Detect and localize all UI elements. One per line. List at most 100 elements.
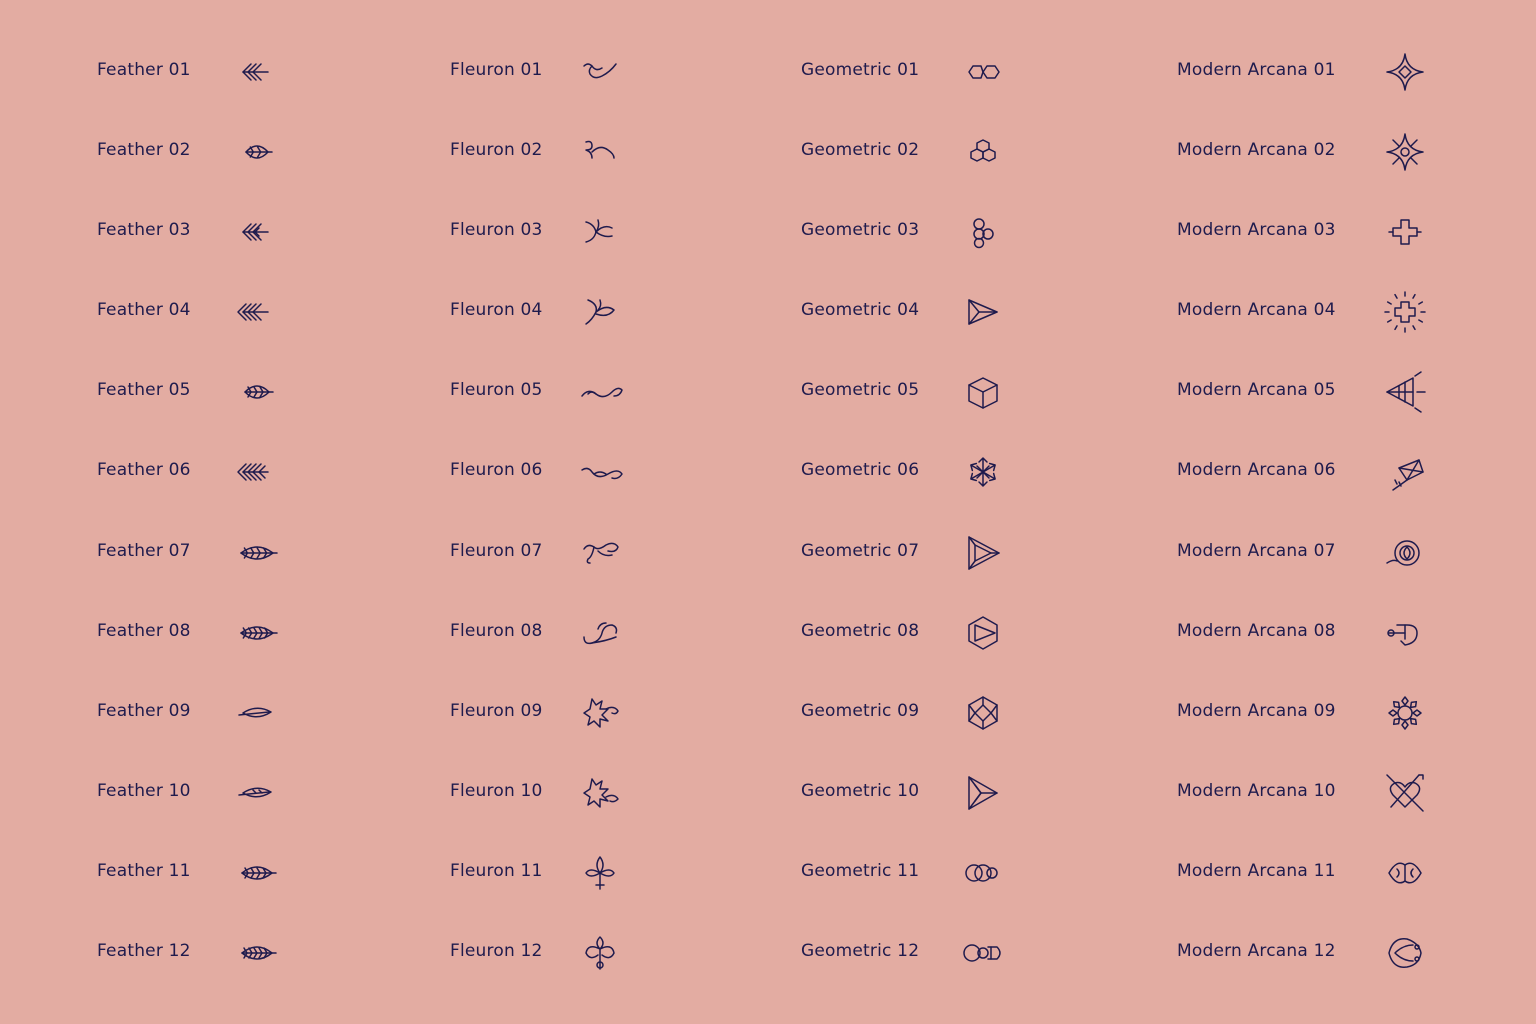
specimen-row: Modern Arcana 05 bbox=[1177, 350, 1536, 430]
specimen-label: Feather 02 bbox=[97, 140, 191, 161]
specimen-label: Modern Arcana 03 bbox=[1177, 220, 1336, 241]
specimen-label: Modern Arcana 12 bbox=[1177, 941, 1336, 962]
geometric-07-icon bbox=[961, 531, 1005, 575]
specimen-label: Fleuron 11 bbox=[450, 860, 543, 881]
modern-arcana-11-icon bbox=[1383, 851, 1427, 895]
specimen-label: Modern Arcana 10 bbox=[1177, 780, 1336, 801]
specimen-row: Feather 08 bbox=[97, 591, 457, 671]
specimen-label: Fleuron 04 bbox=[450, 300, 543, 321]
feather-12-icon bbox=[235, 931, 279, 975]
specimen-label: Feather 08 bbox=[97, 620, 191, 641]
specimen-row: Feather 12 bbox=[97, 911, 457, 991]
specimen-label: Modern Arcana 08 bbox=[1177, 620, 1336, 641]
specimen-row: Fleuron 05 bbox=[450, 350, 810, 430]
specimen-label: Geometric 01 bbox=[801, 60, 920, 80]
ornament-specimen-sheet: Feather 01 Feather 02 Feather 03 Feather 04… bbox=[0, 0, 1536, 1024]
fleuron-01-icon bbox=[578, 50, 622, 94]
specimen-label: Fleuron 07 bbox=[450, 540, 543, 561]
fleuron-07-icon bbox=[578, 531, 622, 575]
feather-02-icon bbox=[235, 130, 279, 174]
fleuron-09-icon bbox=[578, 691, 622, 735]
fleuron-10-icon bbox=[578, 771, 622, 815]
specimen-label: Feather 05 bbox=[97, 380, 191, 401]
specimen-label: Modern Arcana 04 bbox=[1177, 300, 1336, 321]
geometric-10-icon bbox=[961, 771, 1005, 815]
fleuron-04-icon bbox=[578, 290, 622, 334]
fleuron-08-icon bbox=[578, 611, 622, 655]
modern-arcana-06-icon bbox=[1383, 450, 1427, 494]
specimen-label: Geometric 08 bbox=[801, 620, 920, 641]
specimen-row: Modern Arcana 02 bbox=[1177, 110, 1536, 190]
modern-arcana-08-icon bbox=[1383, 611, 1427, 655]
specimen-label: Feather 01 bbox=[97, 60, 191, 80]
specimen-row: Geometric 09 bbox=[801, 671, 1161, 751]
feather-01-icon bbox=[235, 50, 279, 94]
fleuron-11-icon bbox=[578, 851, 622, 895]
geometric-01-icon bbox=[961, 50, 1005, 94]
modern-arcana-12-icon bbox=[1383, 931, 1427, 975]
specimen-row: Fleuron 03 bbox=[450, 190, 810, 270]
modern-arcana-10-icon bbox=[1383, 771, 1427, 815]
modern-arcana-04-icon bbox=[1383, 290, 1427, 334]
feather-03-icon bbox=[235, 210, 279, 254]
specimen-row: Feather 01 bbox=[97, 30, 457, 110]
feather-11-icon bbox=[235, 851, 279, 895]
feather-07-icon bbox=[235, 531, 279, 575]
specimen-row: Fleuron 09 bbox=[450, 671, 810, 751]
specimen-label: Feather 09 bbox=[97, 700, 191, 721]
specimen-label: Fleuron 06 bbox=[450, 460, 543, 481]
specimen-row: Feather 02 bbox=[97, 110, 457, 190]
specimen-row: Geometric 08 bbox=[801, 591, 1161, 671]
specimen-row: Modern Arcana 10 bbox=[1177, 751, 1536, 831]
specimen-row: Modern Arcana 11 bbox=[1177, 831, 1536, 911]
geometric-02-icon bbox=[961, 130, 1005, 174]
specimen-label: Modern Arcana 01 bbox=[1177, 60, 1336, 80]
specimen-row: Fleuron 12 bbox=[450, 911, 810, 991]
modern-arcana-09-icon bbox=[1383, 691, 1427, 735]
specimen-label: Modern Arcana 11 bbox=[1177, 860, 1336, 881]
specimen-row: Modern Arcana 06 bbox=[1177, 430, 1536, 510]
specimen-row: Modern Arcana 04 bbox=[1177, 270, 1536, 350]
modern-arcana-column: Modern Arcana 01 Modern Arcana 02 Modern A… bbox=[1177, 30, 1536, 991]
specimen-row: Feather 07 bbox=[97, 511, 457, 591]
specimen-row: Fleuron 07 bbox=[450, 511, 810, 591]
feather-09-icon bbox=[235, 691, 279, 735]
specimen-label: Feather 07 bbox=[97, 540, 191, 561]
specimen-label: Modern Arcana 06 bbox=[1177, 460, 1336, 481]
specimen-row: Geometric 03 bbox=[801, 190, 1161, 270]
fleuron-column: Fleuron 01 Fleuron 02 Fleuron 03 Fleuron 04… bbox=[450, 30, 810, 991]
specimen-row: Modern Arcana 03 bbox=[1177, 190, 1536, 270]
specimen-label: Modern Arcana 07 bbox=[1177, 540, 1336, 561]
specimen-row: Modern Arcana 09 bbox=[1177, 671, 1536, 751]
specimen-row: Feather 11 bbox=[97, 831, 457, 911]
specimen-row: Geometric 07 bbox=[801, 511, 1161, 591]
modern-arcana-03-icon bbox=[1383, 210, 1427, 254]
geometric-08-icon bbox=[961, 611, 1005, 655]
modern-arcana-07-icon bbox=[1383, 531, 1427, 575]
specimen-label: Fleuron 05 bbox=[450, 380, 543, 401]
specimen-label: Feather 03 bbox=[97, 220, 191, 241]
feather-10-icon bbox=[235, 771, 279, 815]
specimen-row: Geometric 06 bbox=[801, 430, 1161, 510]
feather-04-icon bbox=[235, 290, 279, 334]
specimen-label: Feather 04 bbox=[97, 300, 191, 321]
specimen-row: Geometric 02 bbox=[801, 110, 1161, 190]
specimen-label: Geometric 03 bbox=[801, 220, 920, 241]
specimen-label: Feather 11 bbox=[97, 860, 191, 881]
fleuron-03-icon bbox=[578, 210, 622, 254]
specimen-label: Geometric 10 bbox=[801, 780, 920, 801]
specimen-row: Fleuron 02 bbox=[450, 110, 810, 190]
geometric-11-icon bbox=[961, 851, 1005, 895]
specimen-label: Geometric 06 bbox=[801, 460, 920, 481]
specimen-row: Feather 05 bbox=[97, 350, 457, 430]
feather-05-icon bbox=[235, 370, 279, 414]
specimen-row: Feather 09 bbox=[97, 671, 457, 751]
specimen-label: Modern Arcana 02 bbox=[1177, 140, 1336, 161]
modern-arcana-01-icon bbox=[1383, 50, 1427, 94]
specimen-label: Feather 06 bbox=[97, 460, 191, 481]
specimen-row: Geometric 01 bbox=[801, 30, 1161, 110]
specimen-row: Feather 10 bbox=[97, 751, 457, 831]
specimen-row: Feather 03 bbox=[97, 190, 457, 270]
specimen-label: Geometric 11 bbox=[801, 860, 920, 881]
specimen-label: Fleuron 09 bbox=[450, 700, 543, 721]
